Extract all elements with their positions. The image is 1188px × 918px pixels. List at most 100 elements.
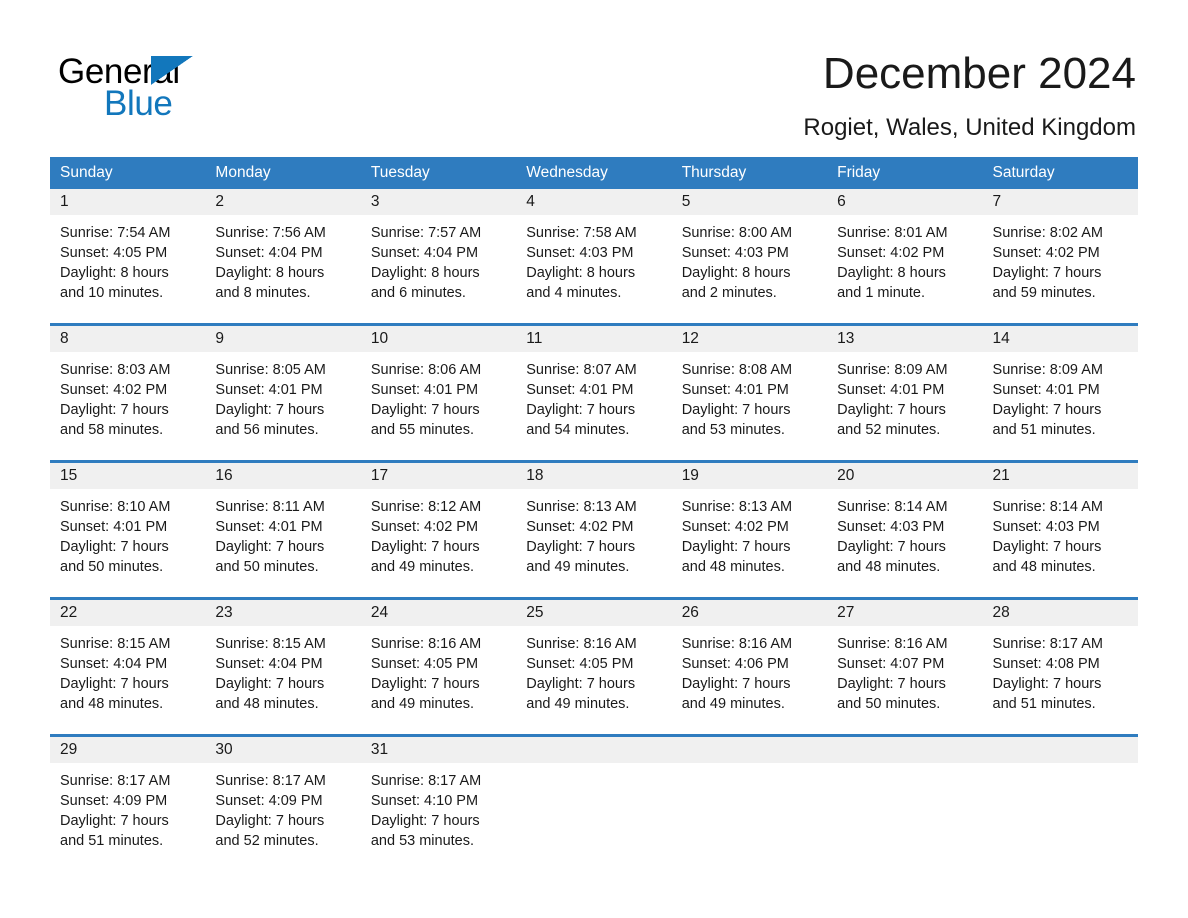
daylight-text-line1: Daylight: 7 hours: [215, 813, 325, 829]
day-number-empty: [672, 737, 827, 763]
daylight-text-line2: and 49 minutes.: [370, 559, 475, 575]
day-cell[interactable]: Sunrise: 8:00 AM Sunset: 4:03 PM Dayligh…: [672, 215, 827, 323]
day-number[interactable]: 15: [50, 463, 205, 489]
day-cell[interactable]: Sunrise: 8:16 AM Sunset: 4:06 PM Dayligh…: [672, 626, 827, 734]
day-cell[interactable]: Sunrise: 7:56 AM Sunset: 4:04 PM Dayligh…: [205, 215, 360, 323]
day-cell-empty: [516, 763, 671, 871]
day-number[interactable]: 22: [50, 600, 205, 626]
day-number[interactable]: 23: [205, 600, 360, 626]
sunrise-text: Sunrise: 8:02 AM: [992, 225, 1103, 241]
day-number[interactable]: 27: [827, 600, 982, 626]
triangle-icon: [151, 56, 193, 85]
sunrise-text: Sunrise: 7:58 AM: [526, 225, 637, 241]
sunset-text: Sunset: 4:04 PM: [370, 245, 479, 261]
daylight-text-line1: Daylight: 7 hours: [837, 539, 946, 555]
day-cell[interactable]: Sunrise: 8:15 AM Sunset: 4:04 PM Dayligh…: [50, 626, 205, 734]
day-number[interactable]: 7: [983, 189, 1138, 215]
sunset-text: Sunset: 4:09 PM: [60, 793, 168, 809]
sunset-text: Sunset: 4:08 PM: [992, 656, 1100, 672]
day-cell[interactable]: Sunrise: 8:03 AM Sunset: 4:02 PM Dayligh…: [50, 352, 205, 460]
day-cell[interactable]: Sunrise: 8:16 AM Sunset: 4:05 PM Dayligh…: [361, 626, 516, 734]
day-number[interactable]: 9: [205, 326, 360, 352]
day-cell[interactable]: Sunrise: 8:14 AM Sunset: 4:03 PM Dayligh…: [983, 489, 1138, 597]
day-number[interactable]: 1: [50, 189, 205, 215]
sunset-text: Sunset: 4:01 PM: [526, 382, 634, 398]
day-cell[interactable]: Sunrise: 8:02 AM Sunset: 4:02 PM Dayligh…: [983, 215, 1138, 323]
day-cell[interactable]: Sunrise: 8:14 AM Sunset: 4:03 PM Dayligh…: [827, 489, 982, 597]
day-cell[interactable]: Sunrise: 8:15 AM Sunset: 4:04 PM Dayligh…: [205, 626, 360, 734]
sunrise-text: Sunrise: 8:14 AM: [992, 499, 1103, 515]
day-number[interactable]: 19: [672, 463, 827, 489]
day-number[interactable]: 14: [983, 326, 1138, 352]
daylight-text-line1: Daylight: 7 hours: [370, 539, 480, 555]
day-cell[interactable]: Sunrise: 8:13 AM Sunset: 4:02 PM Dayligh…: [672, 489, 827, 597]
day-number[interactable]: 31: [361, 737, 516, 763]
daylight-text-line2: and 48 minutes.: [60, 696, 164, 712]
location-subtitle: Rogiet, Wales, United Kingdom: [803, 114, 1136, 141]
daylight-text-line1: Daylight: 7 hours: [526, 539, 636, 555]
day-number[interactable]: 2: [205, 189, 360, 215]
sunrise-text: Sunrise: 8:00 AM: [681, 225, 793, 241]
daylight-text-line1: Daylight: 8 hours: [60, 265, 169, 281]
day-cell[interactable]: Sunrise: 8:16 AM Sunset: 4:05 PM Dayligh…: [516, 626, 671, 734]
day-cell[interactable]: Sunrise: 8:17 AM Sunset: 4:10 PM Dayligh…: [361, 763, 516, 871]
day-cell[interactable]: Sunrise: 8:11 AM Sunset: 4:01 PM Dayligh…: [205, 489, 360, 597]
day-cell[interactable]: Sunrise: 7:57 AM Sunset: 4:04 PM Dayligh…: [361, 215, 516, 323]
sunrise-text: Sunrise: 8:06 AM: [370, 362, 482, 378]
week-row: 22 23 24 25 26 27 28 Sunrise: 8:15 AM Su…: [50, 597, 1138, 734]
day-number[interactable]: 8: [50, 326, 205, 352]
day-cell[interactable]: Sunrise: 8:17 AM Sunset: 4:09 PM Dayligh…: [205, 763, 360, 871]
day-number[interactable]: 29: [50, 737, 205, 763]
title-block: December 2024 Rogiet, Wales, United King…: [803, 48, 1136, 142]
day-cell[interactable]: Sunrise: 8:08 AM Sunset: 4:01 PM Dayligh…: [672, 352, 827, 460]
day-number[interactable]: 13: [827, 326, 982, 352]
day-number[interactable]: 4: [516, 189, 671, 215]
day-cell[interactable]: Sunrise: 8:17 AM Sunset: 4:09 PM Dayligh…: [50, 763, 205, 871]
day-number[interactable]: 16: [205, 463, 360, 489]
day-cell-empty: [983, 763, 1138, 871]
day-number[interactable]: 30: [205, 737, 360, 763]
day-cell[interactable]: Sunrise: 8:17 AM Sunset: 4:08 PM Dayligh…: [983, 626, 1138, 734]
day-cell[interactable]: Sunrise: 8:07 AM Sunset: 4:01 PM Dayligh…: [516, 352, 671, 460]
day-cell[interactable]: Sunrise: 8:13 AM Sunset: 4:02 PM Dayligh…: [516, 489, 671, 597]
daylight-text-line2: and 56 minutes.: [215, 422, 319, 438]
sunrise-text: Sunrise: 8:08 AM: [681, 362, 793, 378]
sunset-text: Sunset: 4:02 PM: [526, 519, 634, 535]
day-cell[interactable]: Sunrise: 8:09 AM Sunset: 4:01 PM Dayligh…: [983, 352, 1138, 460]
day-number[interactable]: 6: [827, 189, 982, 215]
day-cell[interactable]: Sunrise: 8:16 AM Sunset: 4:07 PM Dayligh…: [827, 626, 982, 734]
day-cell[interactable]: Sunrise: 8:12 AM Sunset: 4:02 PM Dayligh…: [361, 489, 516, 597]
day-number[interactable]: 28: [983, 600, 1138, 626]
sunset-text: Sunset: 4:04 PM: [60, 656, 168, 672]
day-cell[interactable]: Sunrise: 8:10 AM Sunset: 4:01 PM Dayligh…: [50, 489, 205, 597]
day-cell[interactable]: Sunrise: 8:01 AM Sunset: 4:02 PM Dayligh…: [827, 215, 982, 323]
daylight-text-line2: and 49 minutes.: [681, 696, 785, 712]
day-number[interactable]: 25: [516, 600, 671, 626]
day-number[interactable]: 3: [361, 189, 516, 215]
sunset-text: Sunset: 4:03 PM: [526, 245, 634, 261]
daylight-text-line2: and 49 minutes.: [526, 696, 630, 712]
day-cell[interactable]: Sunrise: 7:58 AM Sunset: 4:03 PM Dayligh…: [516, 215, 671, 323]
day-cell[interactable]: Sunrise: 8:09 AM Sunset: 4:01 PM Dayligh…: [827, 352, 982, 460]
day-number[interactable]: 20: [827, 463, 982, 489]
day-number[interactable]: 17: [361, 463, 516, 489]
daylight-text-line2: and 50 minutes.: [215, 559, 319, 575]
sunrise-text: Sunrise: 8:13 AM: [526, 499, 637, 515]
day-number[interactable]: 10: [361, 326, 516, 352]
day-number[interactable]: 18: [516, 463, 671, 489]
daylight-text-line2: and 10 minutes.: [60, 285, 164, 301]
day-number[interactable]: 12: [672, 326, 827, 352]
daylight-text-line2: and 52 minutes.: [215, 833, 319, 849]
day-number[interactable]: 21: [983, 463, 1138, 489]
day-number[interactable]: 26: [672, 600, 827, 626]
day-cell[interactable]: Sunrise: 8:06 AM Sunset: 4:01 PM Dayligh…: [361, 352, 516, 460]
sunrise-text: Sunrise: 8:12 AM: [370, 499, 482, 515]
day-number[interactable]: 11: [516, 326, 671, 352]
day-number[interactable]: 5: [672, 189, 827, 215]
day-cell[interactable]: Sunrise: 7:54 AM Sunset: 4:05 PM Dayligh…: [50, 215, 205, 323]
sunrise-text: Sunrise: 8:03 AM: [60, 362, 171, 378]
day-cell[interactable]: Sunrise: 8:05 AM Sunset: 4:01 PM Dayligh…: [205, 352, 360, 460]
general-blue-logo[interactable]: General Blue: [58, 52, 318, 128]
day-number-band: 15 16 17 18 19 20 21: [50, 463, 1138, 489]
day-number[interactable]: 24: [361, 600, 516, 626]
